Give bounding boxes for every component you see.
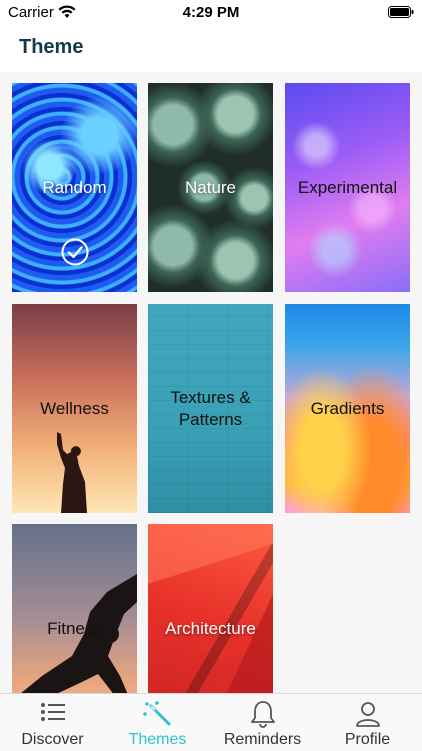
page-title: Theme — [19, 36, 84, 58]
tab-themes[interactable]: Themes — [105, 694, 210, 751]
theme-tile-experimental[interactable]: Experimental — [285, 83, 410, 292]
tab-discover[interactable]: Discover — [0, 694, 105, 751]
magic-wand-icon — [142, 701, 170, 726]
checkmark-circle-icon — [61, 238, 89, 266]
person-silhouette-image — [57, 432, 87, 513]
status-bar: Carrier 4:29 PM — [0, 0, 422, 24]
person-icon — [355, 702, 380, 727]
theme-tile-textures-patterns[interactable]: Textures & Patterns — [148, 304, 273, 513]
theme-label: Experimental — [297, 177, 398, 197]
battery-icon — [388, 6, 414, 18]
theme-tile-random[interactable]: Random — [12, 83, 137, 292]
theme-tile-architecture[interactable]: Architecture — [148, 524, 273, 693]
theme-tile-nature[interactable]: Nature — [148, 83, 273, 292]
theme-label: Fitness — [47, 618, 102, 638]
theme-tile-gradients[interactable]: Gradients — [285, 304, 410, 513]
tab-profile[interactable]: Profile — [315, 694, 420, 751]
tab-label: Discover — [21, 731, 84, 748]
list-icon — [40, 703, 65, 721]
architecture-image — [148, 524, 273, 693]
tab-label: Profile — [344, 731, 391, 748]
header: Theme — [0, 24, 422, 72]
theme-label: Gradients — [310, 398, 385, 418]
bell-icon — [250, 701, 275, 728]
status-time: 4:29 PM — [182, 4, 240, 21]
theme-label: Wellness — [40, 398, 109, 418]
theme-tile-fitness[interactable]: Fitness — [12, 524, 137, 693]
theme-tile-wellness[interactable]: Wellness — [12, 304, 137, 513]
theme-label: Random — [42, 177, 107, 197]
theme-label: Textures & Patterns — [170, 387, 251, 429]
theme-label: Nature — [184, 177, 237, 197]
theme-label: Architecture — [165, 618, 256, 638]
theme-grid: Random Nature Experimental Wellness Text… — [0, 72, 422, 693]
tab-reminders[interactable]: Reminders — [210, 694, 315, 751]
tab-label: Reminders — [223, 731, 302, 748]
tab-label: Themes — [128, 731, 187, 748]
tab-bar: Discover Themes Reminders Profile — [0, 693, 422, 751]
